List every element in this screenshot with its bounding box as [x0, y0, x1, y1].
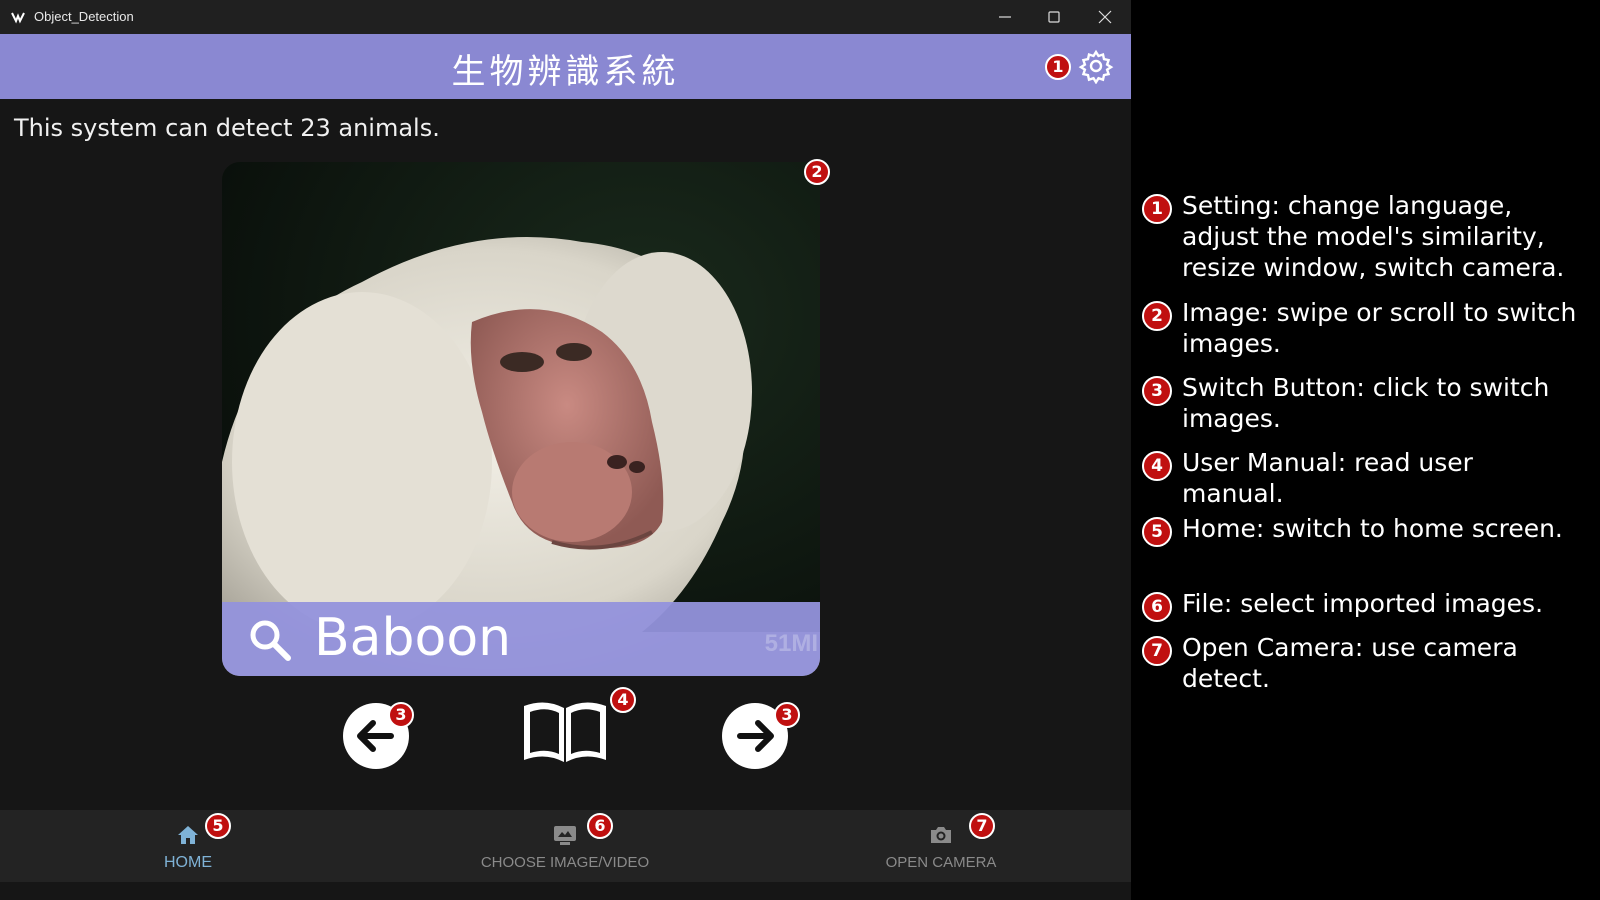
app-header: 生物辨識系統 1	[0, 34, 1131, 99]
search-icon	[250, 620, 291, 661]
legend-text: File: select imported images.	[1182, 589, 1544, 618]
user-manual-button[interactable]	[520, 698, 610, 768]
maximize-button[interactable]	[1030, 0, 1078, 34]
app-title: 生物辨識系統	[451, 52, 680, 92]
camera-icon	[931, 827, 951, 843]
legend-text: Switch Button: click to switch images.	[1182, 373, 1550, 433]
legend-text: Home: switch to home screen.	[1182, 514, 1563, 543]
window-title: Object_Detection	[34, 9, 134, 24]
legend-badge: 1	[1142, 194, 1172, 224]
bottom-navigation: HOME 5 CHOOSE IMAGE/VIDEO 6 OPEN CAMERA …	[0, 810, 1131, 882]
callout-badge-6: 6	[587, 813, 613, 839]
nav-choose-image[interactable]: CHOOSE IMAGE/VIDEO	[470, 810, 660, 882]
callout-badge-5: 5	[205, 813, 231, 839]
baboon-photo	[222, 162, 820, 676]
callout-badge-3-next: 3	[774, 702, 800, 728]
watermark: 51MI	[764, 630, 818, 657]
nav-home-label: HOME	[164, 854, 212, 871]
home-icon	[178, 826, 198, 844]
nav-open-camera-label: OPEN CAMERA	[885, 854, 997, 871]
book-icon	[524, 702, 606, 762]
animal-count-text: This system can detect 23 animals.	[14, 114, 440, 142]
callout-badge-1: 1	[1045, 54, 1071, 80]
gear-icon	[1078, 49, 1114, 85]
minimize-button[interactable]	[981, 0, 1029, 34]
detection-label-bar: Baboon 51MI	[222, 602, 820, 676]
callout-badge-3-prev: 3	[388, 702, 414, 728]
app-window: Object_Detection 生物辨識系統 1 This system ca…	[0, 0, 1131, 900]
image-carousel[interactable]: Baboon 51MI	[222, 162, 820, 676]
image-icon	[554, 826, 576, 845]
callout-badge-4: 4	[610, 687, 636, 713]
detection-label: Baboon	[314, 608, 512, 668]
legend-badge: 4	[1142, 451, 1172, 481]
legend-badge: 3	[1142, 376, 1172, 406]
close-button[interactable]	[1081, 0, 1129, 34]
callout-badge-7: 7	[969, 813, 995, 839]
close-icon	[1098, 10, 1112, 24]
legend-text: Open Camera: use camera detect.	[1182, 633, 1518, 693]
minimize-icon	[999, 16, 1011, 18]
maximize-icon	[1048, 11, 1060, 23]
legend-badge: 7	[1142, 636, 1172, 666]
title-bar: Object_Detection	[0, 0, 1131, 34]
legend-text: User Manual: read user manual.	[1182, 448, 1473, 508]
legend-badge: 2	[1142, 301, 1172, 331]
legend-badge: 5	[1142, 517, 1172, 547]
app-logo-icon	[11, 12, 25, 24]
callout-badge-2: 2	[804, 159, 830, 185]
settings-button[interactable]	[1078, 48, 1114, 85]
legend-text: Setting: change language, adjust the mod…	[1182, 191, 1565, 282]
legend-text: Image: swipe or scroll to switch images.	[1182, 298, 1577, 358]
legend-badge: 6	[1142, 592, 1172, 622]
nav-choose-image-label: CHOOSE IMAGE/VIDEO	[480, 854, 650, 871]
